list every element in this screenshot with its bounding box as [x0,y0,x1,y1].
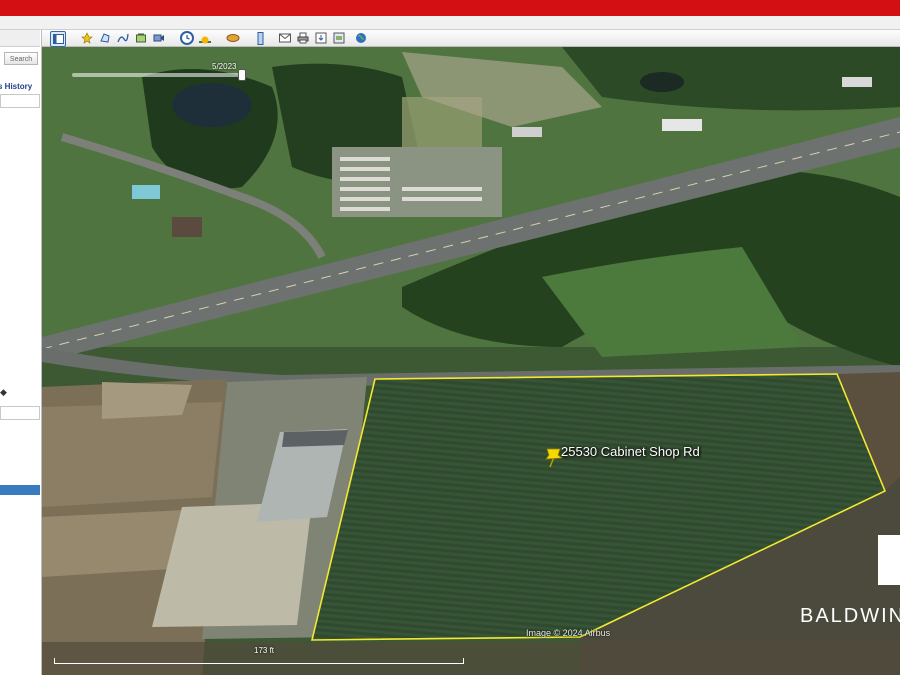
historical-imagery-icon[interactable] [180,31,194,45]
planets-icon[interactable] [226,31,240,45]
toolbar [42,30,900,47]
image-overlay-icon[interactable] [134,31,148,45]
polygon-icon[interactable] [98,31,112,45]
sidebar-toggle-icon[interactable] [50,31,66,47]
ruler-icon[interactable] [254,31,268,45]
placemark-icon[interactable] [80,31,94,45]
selected-place-item[interactable] [0,485,40,495]
scale-label: 173 ft [254,646,275,655]
places-header[interactable] [0,406,40,420]
earth-globe-icon[interactable] [354,31,368,45]
sidebar-search-row [0,30,40,47]
search-results-box[interactable] [0,94,40,108]
email-icon[interactable] [278,31,292,45]
satellite-map-view[interactable]: 5/2023 25530 Cabinet Shop Rd Image © 202… [42,47,900,675]
save-image-icon[interactable] [314,31,328,45]
brand-watermark: BALDWIN [800,605,900,627]
search-button[interactable]: Search [4,52,38,65]
record-tour-icon[interactable] [152,31,166,45]
scale-bar [54,658,464,664]
brand-logo-icon [878,535,900,585]
print-icon[interactable] [296,31,310,45]
placemark-label[interactable]: 25530 Cabinet Shop Rd [561,444,700,459]
expand-arrow-icon[interactable]: ◆ [0,387,10,399]
browser-tab-strip [0,16,900,30]
sun-icon[interactable] [198,31,212,45]
view-in-maps-icon[interactable] [332,31,346,45]
timeline-slider[interactable] [72,73,242,77]
aerial-imagery [42,47,900,675]
history-tab[interactable]: s History [0,82,32,91]
sidebar-panel: Search s History ◆ [0,30,42,675]
browser-top-bar [0,0,900,16]
imagery-attribution: Image © 2024 Airbus [526,628,611,638]
timeline-date: 5/2023 [212,62,237,71]
timeline-slider-thumb[interactable] [238,69,246,81]
path-icon[interactable] [116,31,130,45]
